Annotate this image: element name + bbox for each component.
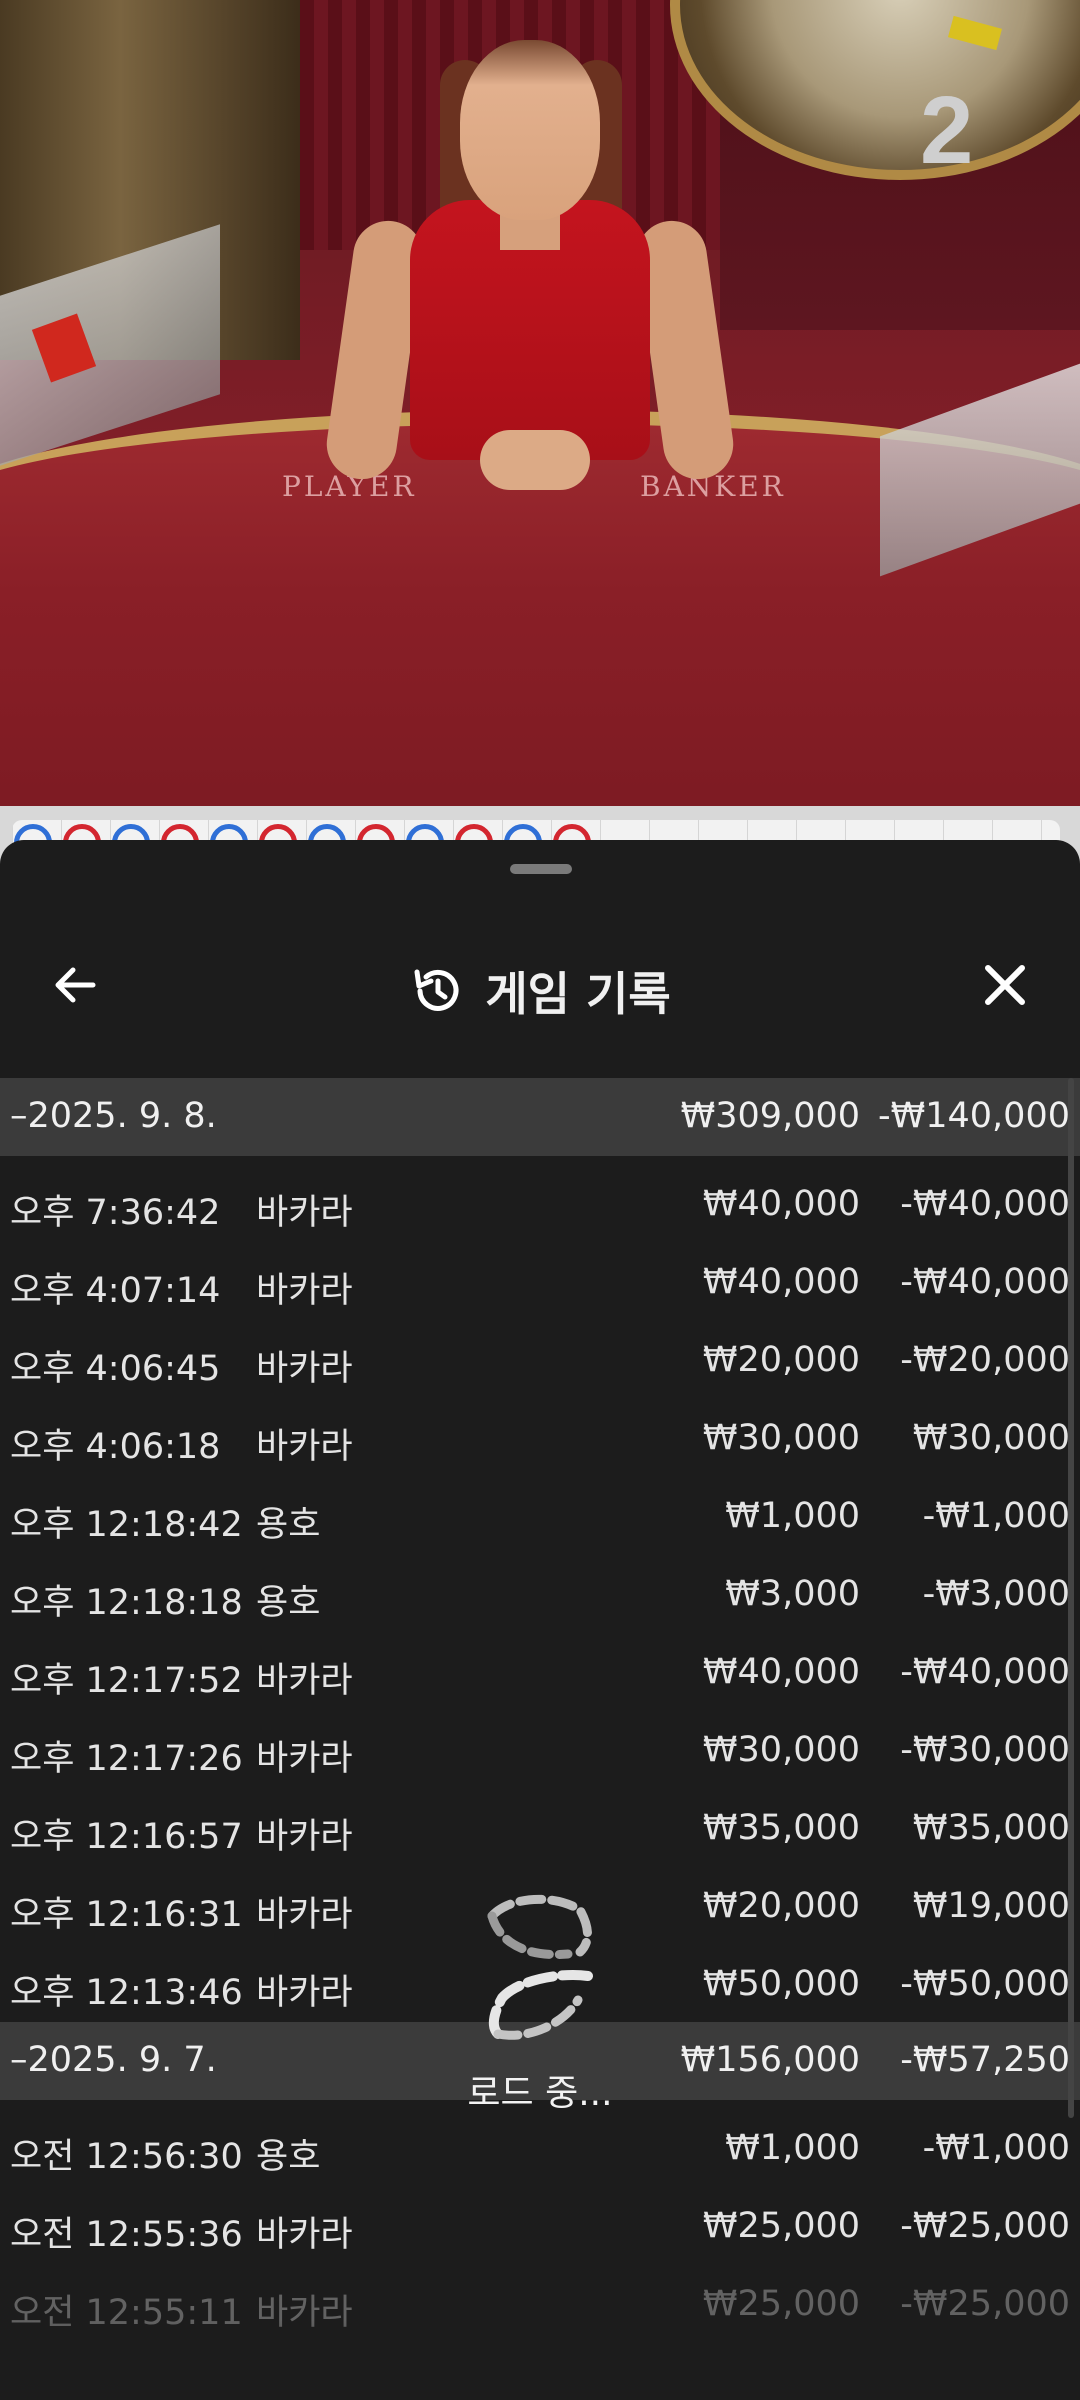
group-total-bet: ₩156,000: [680, 2040, 860, 2080]
history-row[interactable]: 오전 12:55:36 바카라 ₩25,000 -₩25,000: [0, 2186, 1080, 2264]
row-bet: ₩40,000: [702, 1262, 860, 1302]
row-time: 오후 12:13:46: [10, 1973, 243, 2013]
row-winloss: -₩25,000: [900, 2284, 1070, 2324]
history-row[interactable]: 오후 12:17:26 바카라 ₩30,000 -₩30,000: [0, 1710, 1080, 1788]
close-icon: [985, 965, 1025, 1005]
row-game: 용호: [256, 2137, 321, 2177]
row-bet: ₩25,000: [702, 2284, 860, 2324]
group-date: –2025. 9. 8.: [10, 1096, 217, 1136]
scrollbar[interactable]: [1068, 1078, 1074, 2118]
loading-text: 로드 중...: [467, 2073, 613, 2114]
row-bet: ₩30,000: [702, 1730, 860, 1770]
history-row[interactable]: 오후 7:36:42 바카라 ₩40,000 -₩40,000: [0, 1164, 1080, 1242]
row-winloss: -₩1,000: [922, 1496, 1070, 1536]
history-row[interactable]: 오후 12:16:57 바카라 ₩35,000 ₩35,000: [0, 1788, 1080, 1866]
game-history-sheet: 게임 기록 날짜 게임 베팅 승리/패배 –2025. 9. 8. ₩309,00…: [0, 840, 1080, 2400]
row-bet: ₩30,000: [702, 1418, 860, 1458]
row-bet: ₩40,000: [702, 1652, 860, 1692]
history-row[interactable]: 오후 4:07:14 바카라 ₩40,000 -₩40,000: [0, 1242, 1080, 1320]
live-video: 2 PLAYER BANKER: [0, 0, 1080, 806]
row-bet: ₩40,000: [702, 1184, 860, 1224]
row-game: 용호: [256, 1583, 321, 1623]
row-bet: ₩3,000: [725, 1574, 860, 1614]
history-icon: [414, 969, 459, 1011]
row-winloss: ₩19,000: [912, 1886, 1070, 1926]
row-time: 오후 4:06:45: [10, 1349, 221, 1389]
group-total-bet: ₩309,000: [680, 1096, 860, 1136]
row-winloss: -₩30,000: [900, 1730, 1070, 1770]
row-time: 오후 12:18:18: [10, 1583, 243, 1623]
row-bet: ₩20,000: [702, 1340, 860, 1380]
row-game: 바카라: [256, 1817, 353, 1857]
row-time: 오후 12:18:42: [10, 1505, 243, 1545]
row-winloss: -₩40,000: [900, 1262, 1070, 1302]
row-winloss: -₩40,000: [900, 1184, 1070, 1224]
row-time: 오후 7:36:42: [10, 1193, 221, 1233]
row-winloss: -₩3,000: [922, 1574, 1070, 1614]
row-game: 용호: [256, 1505, 321, 1545]
spinner-icon: [487, 1894, 593, 2040]
row-bet: ₩50,000: [702, 1964, 860, 2004]
row-winloss: ₩35,000: [912, 1808, 1070, 1848]
history-table: –2025. 9. 8. ₩309,000 -₩140,000 오후 7:36:42 바…: [0, 1078, 1080, 2342]
row-winloss: ₩30,000: [912, 1418, 1070, 1458]
round-number: 2: [920, 77, 974, 184]
sheet-header: 게임 기록 날짜 게임 베팅 승리/패배: [0, 900, 1080, 1116]
row-game: 바카라: [256, 1349, 353, 1389]
sheet-grabber[interactable]: [510, 864, 572, 874]
row-game: 바카라: [256, 1661, 353, 1701]
row-winloss: -₩1,000: [922, 2128, 1070, 2168]
row-game: 바카라: [256, 1739, 353, 1779]
sheet-title: 게임 기록: [485, 967, 671, 1021]
row-winloss: -₩50,000: [900, 1964, 1070, 2004]
row-bet: ₩1,000: [725, 2128, 860, 2168]
row-game: 바카라: [256, 1271, 353, 1311]
row-game: 바카라: [256, 2215, 353, 2255]
group-date: –2025. 9. 7.: [10, 2040, 217, 2080]
row-time: 오후 4:06:18: [10, 1427, 221, 1467]
row-game: 바카라: [256, 1973, 353, 2013]
row-game: 바카라: [256, 1895, 353, 1935]
group-total-winloss: -₩140,000: [878, 1096, 1070, 1136]
history-row[interactable]: 오후 12:17:52 바카라 ₩40,000 -₩40,000: [0, 1632, 1080, 1710]
row-winloss: -₩25,000: [900, 2206, 1070, 2246]
bottom-fade-overlay: [0, 2320, 1080, 2400]
group-total-winloss: -₩57,250: [900, 2040, 1070, 2080]
row-time: 오후 12:17:52: [10, 1661, 243, 1701]
close-button[interactable]: [970, 950, 1040, 1020]
row-time: 오후 4:07:14: [10, 1271, 221, 1311]
history-row[interactable]: 오후 12:18:42 용호 ₩1,000 -₩1,000: [0, 1476, 1080, 1554]
row-bet: ₩25,000: [702, 2206, 860, 2246]
date-group-header[interactable]: –2025. 9. 8. ₩309,000 -₩140,000: [0, 1078, 1080, 1156]
row-bet: ₩35,000: [702, 1808, 860, 1848]
row-time: 오전 12:56:30: [10, 2137, 243, 2177]
row-time: 오후 12:17:26: [10, 1739, 243, 1779]
history-row[interactable]: 오후 4:06:45 바카라 ₩20,000 -₩20,000: [0, 1320, 1080, 1398]
row-winloss: -₩40,000: [900, 1652, 1070, 1692]
row-game: 바카라: [256, 1193, 353, 1233]
history-row[interactable]: 오후 12:18:18 용호 ₩3,000 -₩3,000: [0, 1554, 1080, 1632]
row-time: 오후 12:16:57: [10, 1817, 243, 1857]
row-time: 오전 12:55:36: [10, 2215, 243, 2255]
history-row[interactable]: 오후 4:06:18 바카라 ₩30,000 ₩30,000: [0, 1398, 1080, 1476]
row-game: 바카라: [256, 1427, 353, 1467]
row-winloss: -₩20,000: [900, 1340, 1070, 1380]
loading-indicator: 로드 중...: [440, 1888, 640, 2128]
sheet-title-group: 게임 기록: [0, 958, 1080, 1024]
dealer: [322, 40, 738, 490]
row-bet: ₩20,000: [702, 1886, 860, 1926]
row-time: 오후 12:16:31: [10, 1895, 243, 1935]
row-bet: ₩1,000: [725, 1496, 860, 1536]
